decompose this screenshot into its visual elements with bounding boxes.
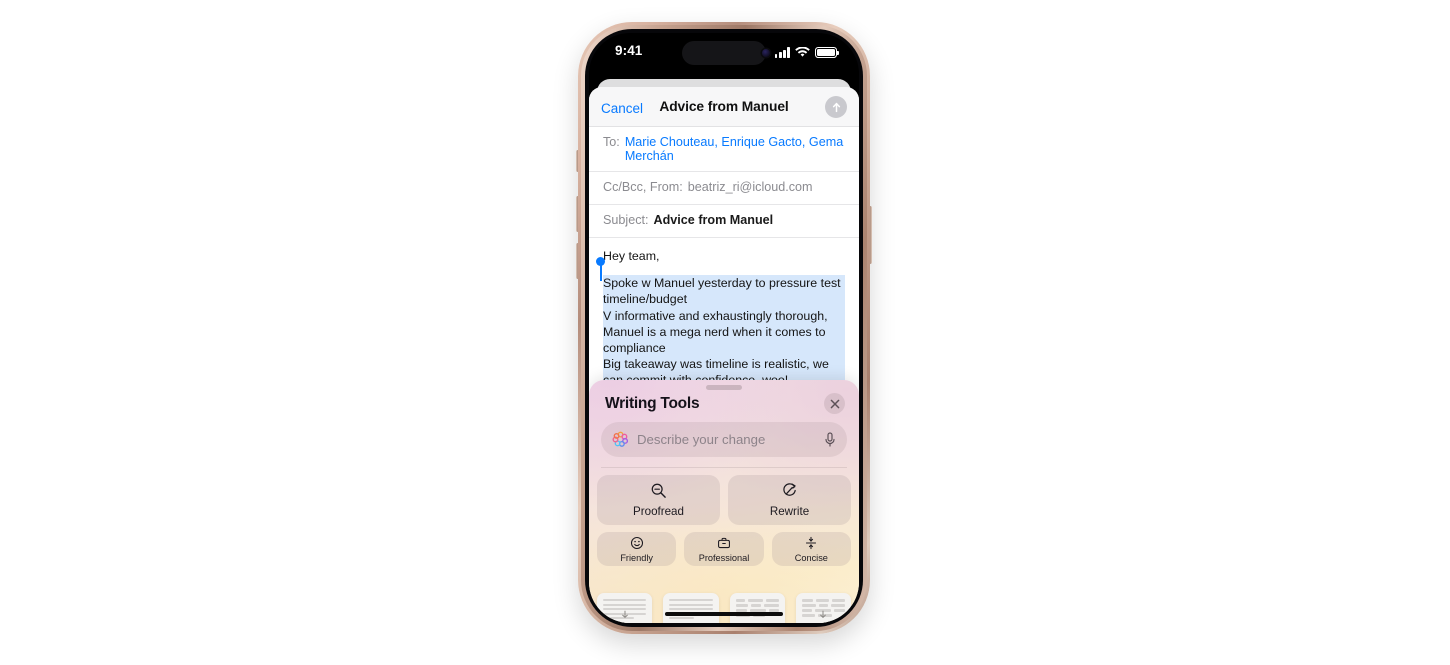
front-camera-icon [762, 49, 770, 57]
download-arrow-icon[interactable] [620, 607, 629, 623]
cc-bcc-from-label: Cc/Bcc, From: [603, 180, 683, 194]
concise-button[interactable]: Concise [771, 532, 851, 566]
dynamic-island [682, 41, 766, 65]
status-indicators [774, 45, 839, 58]
selected-line: Spoke w Manuel yesterday to pressure tes… [603, 275, 845, 308]
writing-tools-title: Writing Tools [605, 395, 700, 412]
suggestion-cards-strip [589, 593, 859, 623]
describe-change-placeholder: Describe your change [637, 432, 766, 447]
screenshot-canvas: 9:41 Cancel Advice from Manuel To: Marie… [0, 0, 1450, 665]
writing-tools-grabber[interactable] [706, 385, 742, 390]
friendly-label: Friendly [620, 552, 653, 563]
suggestion-card[interactable] [795, 593, 851, 623]
download-arrow-icon[interactable] [819, 607, 828, 623]
rewrite-label: Rewrite [769, 505, 810, 518]
cancel-button[interactable]: Cancel [601, 101, 643, 116]
professional-button[interactable]: Professional [684, 532, 764, 566]
professional-label: Professional [698, 552, 750, 563]
suggestion-card[interactable] [729, 593, 785, 623]
close-writing-tools-button[interactable] [824, 393, 845, 414]
cellular-signal-icon [774, 47, 790, 58]
suggestion-card[interactable] [597, 593, 653, 623]
status-time: 9:41 [615, 43, 643, 58]
tone-actions-row: Friendly Professional Concise [597, 532, 851, 566]
smiley-face-icon [630, 536, 644, 550]
to-field-label: To: [603, 135, 620, 149]
send-button[interactable] [825, 96, 847, 118]
selection-start-handle[interactable] [596, 256, 605, 282]
status-bar: 9:41 [589, 33, 859, 75]
writing-tools-panel: Writing Tools Describe your change Proof… [589, 380, 859, 623]
iphone-device-frame: 9:41 Cancel Advice from Manuel To: Marie… [578, 22, 870, 634]
proofread-label: Proofread [633, 505, 684, 518]
friendly-button[interactable]: Friendly [597, 532, 677, 566]
body-greeting: Hey team, [603, 249, 660, 263]
subject-field-label: Subject: [603, 213, 649, 227]
magnifier-minus-icon [650, 482, 667, 499]
selected-line: V informative and exhaustingly thorough,… [603, 307, 845, 357]
suggestion-card[interactable] [663, 593, 719, 623]
close-icon [830, 399, 839, 408]
microphone-icon[interactable] [824, 431, 836, 448]
battery-icon [815, 47, 839, 58]
compose-navigation-bar: Cancel Advice from Manuel [589, 87, 859, 127]
primary-actions-row: Proofread Rewrite [597, 475, 851, 525]
cc-bcc-from-field[interactable]: Cc/Bcc, From: beatriz_ri@icloud.com [589, 172, 859, 205]
apple-intelligence-icon [612, 431, 629, 447]
wifi-icon [795, 47, 810, 57]
phone-screen: 9:41 Cancel Advice from Manuel To: Marie… [589, 33, 859, 623]
describe-change-input[interactable]: Describe your change [601, 422, 847, 457]
mail-compose-sheet: Cancel Advice from Manuel To: Marie Chou… [589, 87, 859, 623]
concise-label: Concise [794, 552, 828, 563]
rewrite-button[interactable]: Rewrite [728, 475, 851, 525]
to-field-value[interactable]: Marie Chouteau, Enrique Gacto, Gema Merc… [625, 135, 845, 163]
writing-tools-divider [601, 467, 847, 468]
to-field[interactable]: To: Marie Chouteau, Enrique Gacto, Gema … [589, 127, 859, 172]
home-indicator[interactable] [665, 611, 783, 616]
rewrite-slash-circle-icon [781, 482, 798, 499]
compose-title: Advice from Manuel [659, 99, 789, 114]
compress-arrows-icon [804, 536, 818, 550]
subject-field[interactable]: Subject: Advice from Manuel [589, 205, 859, 238]
from-address-value[interactable]: beatriz_ri@icloud.com [688, 180, 813, 194]
briefcase-icon [717, 536, 731, 550]
proofread-button[interactable]: Proofread [597, 475, 720, 525]
arrow-up-icon [832, 102, 840, 112]
subject-field-value[interactable]: Advice from Manuel [654, 213, 774, 227]
